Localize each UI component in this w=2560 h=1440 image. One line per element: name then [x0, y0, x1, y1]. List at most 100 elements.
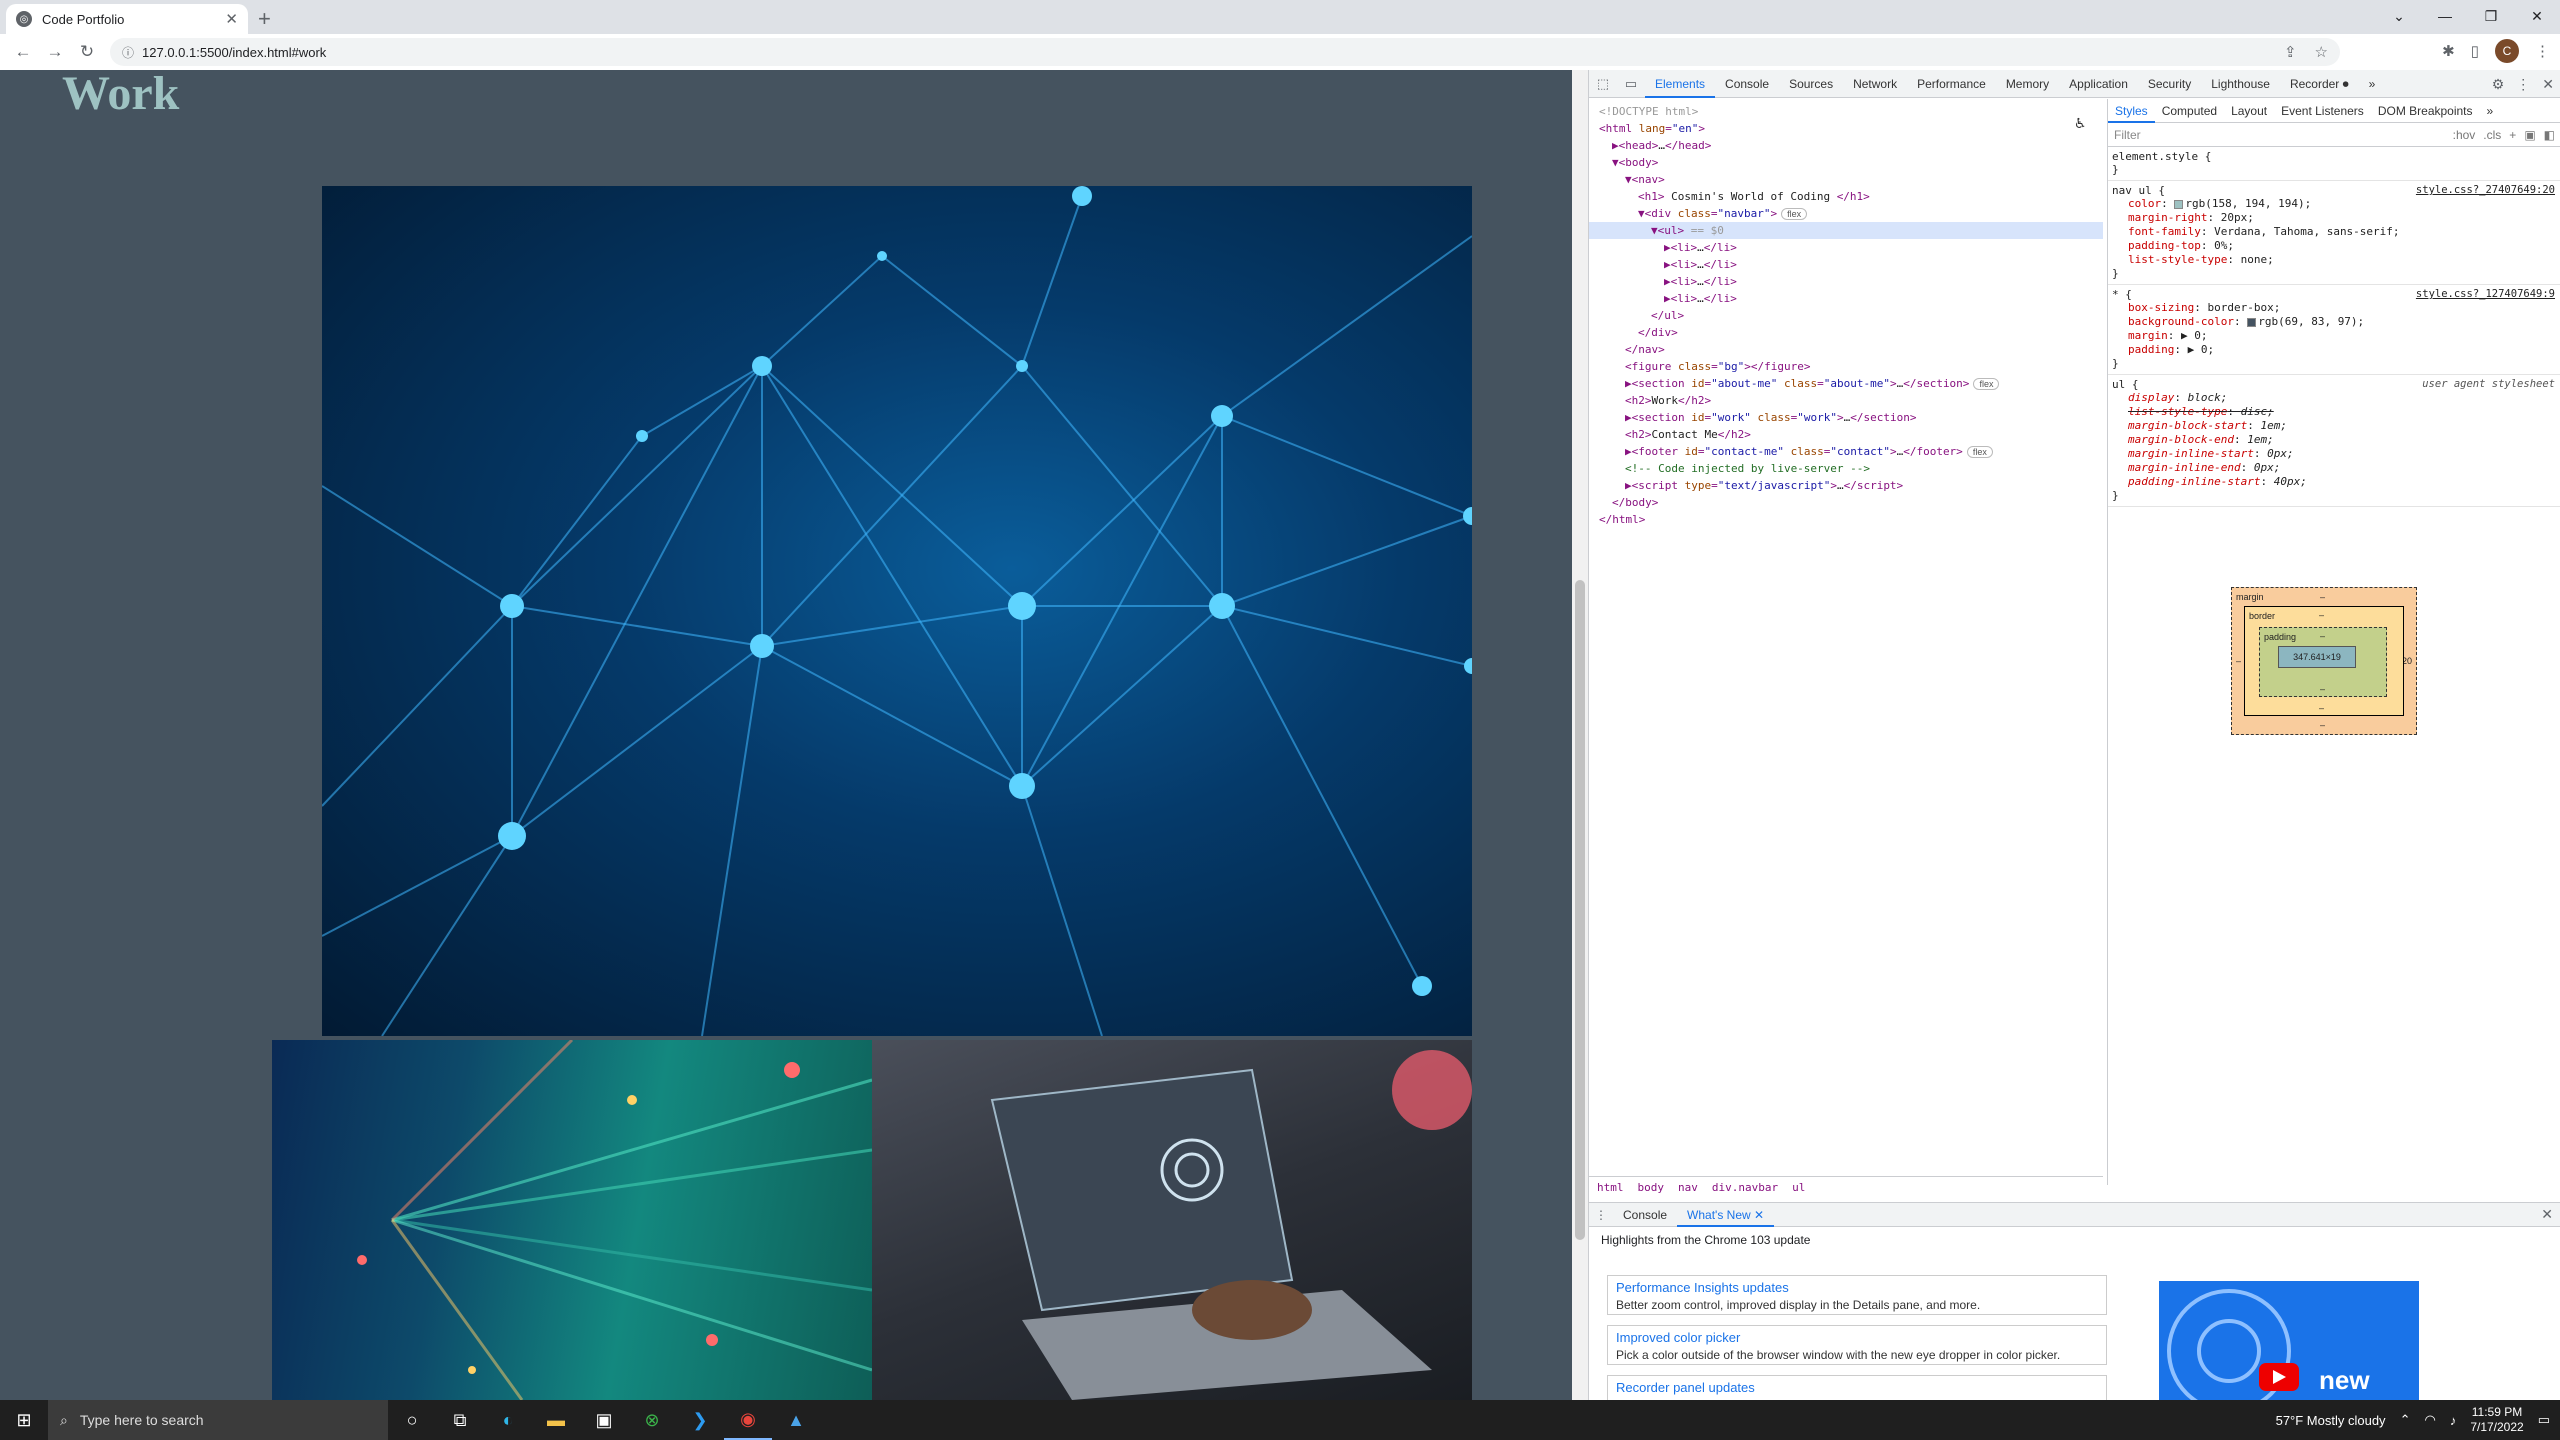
- dom-node-line[interactable]: ▶<footer id="contact-me" class="contact"…: [1589, 443, 2103, 460]
- close-tab-icon[interactable]: ✕: [225, 10, 238, 28]
- edge-icon[interactable]: ◐: [484, 1400, 532, 1440]
- more-options-icon[interactable]: ⋮: [2516, 76, 2530, 93]
- styles-tab[interactable]: DOM Breakpoints: [2371, 99, 2480, 123]
- weather-widget[interactable]: 57°F Mostly cloudy: [2276, 1413, 2386, 1428]
- forward-button[interactable]: →: [42, 39, 68, 65]
- hov-toggle[interactable]: :hov: [2453, 128, 2476, 142]
- css-property[interactable]: margin-right: 20px;: [2112, 211, 2557, 225]
- drawer-menu-icon[interactable]: ⋮: [1589, 1208, 1613, 1222]
- network-icon[interactable]: ◠: [2424, 1412, 2435, 1428]
- share-icon[interactable]: ⇪: [2284, 43, 2297, 61]
- css-property[interactable]: display: block;: [2112, 391, 2557, 405]
- sidebar-toggle-icon[interactable]: ◧: [2544, 128, 2555, 142]
- dom-node-line[interactable]: ▶<section id="work" class="work">…</sect…: [1589, 409, 2103, 426]
- back-button[interactable]: ←: [10, 39, 36, 65]
- clock[interactable]: 11:59 PM 7/17/2022: [2470, 1405, 2523, 1435]
- whats-new-card[interactable]: Improved color picker Pick a color outsi…: [1607, 1325, 2107, 1365]
- dom-node-line[interactable]: <h2>Contact Me</h2>: [1589, 426, 2103, 443]
- task-view-icon[interactable]: ⧉: [436, 1400, 484, 1440]
- devtools-tab[interactable]: Performance: [1907, 70, 1996, 98]
- breadcrumb-item[interactable]: html: [1597, 1181, 1624, 1194]
- add-rule-icon[interactable]: +: [2509, 128, 2516, 142]
- dom-node-line[interactable]: ▼<ul> == $0: [1589, 222, 2103, 239]
- minimize-icon[interactable]: —: [2422, 0, 2468, 32]
- address-bar[interactable]: ⓘ 127.0.0.1:5500/index.html#work ⇪ ☆: [110, 38, 2340, 66]
- dom-node-line[interactable]: ▶<head>…</head>: [1589, 137, 2103, 154]
- dom-node-line[interactable]: </html>: [1589, 511, 2103, 528]
- dom-node-line[interactable]: ▼<nav>: [1589, 171, 2103, 188]
- dom-node-line[interactable]: ▼<div class="navbar"> flex: [1589, 205, 2103, 222]
- xbox-icon[interactable]: ⊗: [628, 1400, 676, 1440]
- notifications-icon[interactable]: ▭: [2538, 1412, 2550, 1428]
- info-icon[interactable]: ⓘ: [122, 44, 134, 61]
- drawer-tab-whats-new[interactable]: What's New ✕: [1677, 1203, 1775, 1227]
- color-swatch[interactable]: [2174, 199, 2184, 209]
- css-property[interactable]: font-family: Verdana, Tahoma, sans-serif…: [2112, 225, 2557, 239]
- card-title[interactable]: Recorder panel updates: [1616, 1380, 2098, 1395]
- css-property[interactable]: margin-block-end: 1em;: [2112, 433, 2557, 447]
- video-thumbnail[interactable]: new: [2159, 1281, 2419, 1411]
- device-toolbar-icon[interactable]: ▭: [1617, 76, 1645, 92]
- computed-toggle-icon[interactable]: ▣: [2524, 128, 2535, 142]
- dom-node-line[interactable]: ▶<li>…</li>: [1589, 256, 2103, 273]
- card-title[interactable]: Performance Insights updates: [1616, 1280, 2098, 1295]
- styles-tab[interactable]: »: [2480, 99, 2501, 123]
- menu-icon[interactable]: ⋮: [2535, 42, 2550, 60]
- css-property[interactable]: background-color: rgb(69, 83, 97);: [2112, 315, 2557, 329]
- css-property[interactable]: padding: ▶ 0;: [2112, 343, 2557, 357]
- photos-icon[interactable]: ▲: [772, 1400, 820, 1440]
- new-tab-button[interactable]: +: [258, 6, 271, 32]
- dom-node-line[interactable]: <!DOCTYPE html>: [1589, 103, 2103, 120]
- reload-button[interactable]: ↻: [74, 39, 100, 65]
- side-panel-icon[interactable]: ▯: [2471, 42, 2479, 60]
- cls-toggle[interactable]: .cls: [2483, 128, 2501, 142]
- css-property[interactable]: list-style-type: disc;: [2112, 405, 2557, 419]
- restore-icon[interactable]: ❐: [2468, 0, 2514, 32]
- dom-node-line[interactable]: </nav>: [1589, 341, 2103, 358]
- dom-node-line[interactable]: </body>: [1589, 494, 2103, 511]
- chevron-down-icon[interactable]: ⌄: [2376, 0, 2422, 32]
- breadcrumb-item[interactable]: ul: [1792, 1181, 1805, 1194]
- inspect-element-icon[interactable]: ⬚: [1589, 76, 1617, 92]
- browser-tab[interactable]: ◎ Code Portfolio ✕: [6, 4, 248, 34]
- whats-new-card[interactable]: Performance Insights updates Better zoom…: [1607, 1275, 2107, 1315]
- avatar[interactable]: C: [2495, 39, 2519, 63]
- dom-node-line[interactable]: <h1> Cosmin's World of Coding </h1>: [1589, 188, 2103, 205]
- dom-node-line[interactable]: <figure class="bg"></figure>: [1589, 358, 2103, 375]
- css-property[interactable]: margin: ▶ 0;: [2112, 329, 2557, 343]
- css-property[interactable]: color: rgb(158, 194, 194);: [2112, 197, 2557, 211]
- css-property[interactable]: margin-inline-start: 0px;: [2112, 447, 2557, 461]
- dom-node-line[interactable]: <html lang="en">: [1589, 120, 2103, 137]
- file-explorer-icon[interactable]: ▬: [532, 1400, 580, 1440]
- breadcrumb-item[interactable]: nav: [1678, 1181, 1698, 1194]
- devtools-tab[interactable]: Elements: [1645, 70, 1716, 98]
- close-drawer-icon[interactable]: ✕: [2541, 1206, 2553, 1223]
- dom-node-line[interactable]: <!-- Code injected by live-server -->: [1589, 460, 2103, 477]
- filter-input[interactable]: Filter: [2114, 128, 2445, 142]
- css-source-link[interactable]: style.css?_127407649:9: [2416, 288, 2555, 300]
- cortana-icon[interactable]: ○: [388, 1400, 436, 1440]
- dom-node-line[interactable]: ▶<li>…</li>: [1589, 273, 2103, 290]
- taskbar-search[interactable]: ⌕ Type here to search: [48, 1400, 388, 1440]
- styles-tab[interactable]: Styles: [2108, 99, 2155, 123]
- close-window-icon[interactable]: ✕: [2514, 0, 2560, 32]
- devtools-tab[interactable]: Network: [1843, 70, 1907, 98]
- extensions-icon[interactable]: ✱: [2442, 42, 2455, 60]
- styles-tab[interactable]: Event Listeners: [2274, 99, 2371, 123]
- breadcrumb-item[interactable]: body: [1638, 1181, 1665, 1194]
- devtools-tab[interactable]: Security: [2138, 70, 2201, 98]
- breadcrumb-item[interactable]: div.navbar: [1712, 1181, 1778, 1194]
- css-property[interactable]: box-sizing: border-box;: [2112, 301, 2557, 315]
- volume-icon[interactable]: ♪: [2450, 1413, 2457, 1428]
- css-source-link[interactable]: style.css?_27407649:20: [2416, 184, 2555, 196]
- drawer-tab-console[interactable]: Console: [1613, 1203, 1677, 1227]
- color-swatch[interactable]: [2247, 317, 2257, 327]
- devtools-tab[interactable]: Lighthouse: [2201, 70, 2280, 98]
- css-property[interactable]: padding-inline-start: 40px;: [2112, 475, 2557, 489]
- scrollbar-thumb[interactable]: [1575, 580, 1585, 1240]
- devtools-tab[interactable]: Sources: [1779, 70, 1843, 98]
- page-scrollbar[interactable]: [1572, 70, 1588, 1400]
- close-devtools-icon[interactable]: ✕: [2542, 76, 2554, 93]
- css-property[interactable]: margin-inline-end: 0px;: [2112, 461, 2557, 475]
- css-property[interactable]: list-style-type: none;: [2112, 253, 2557, 267]
